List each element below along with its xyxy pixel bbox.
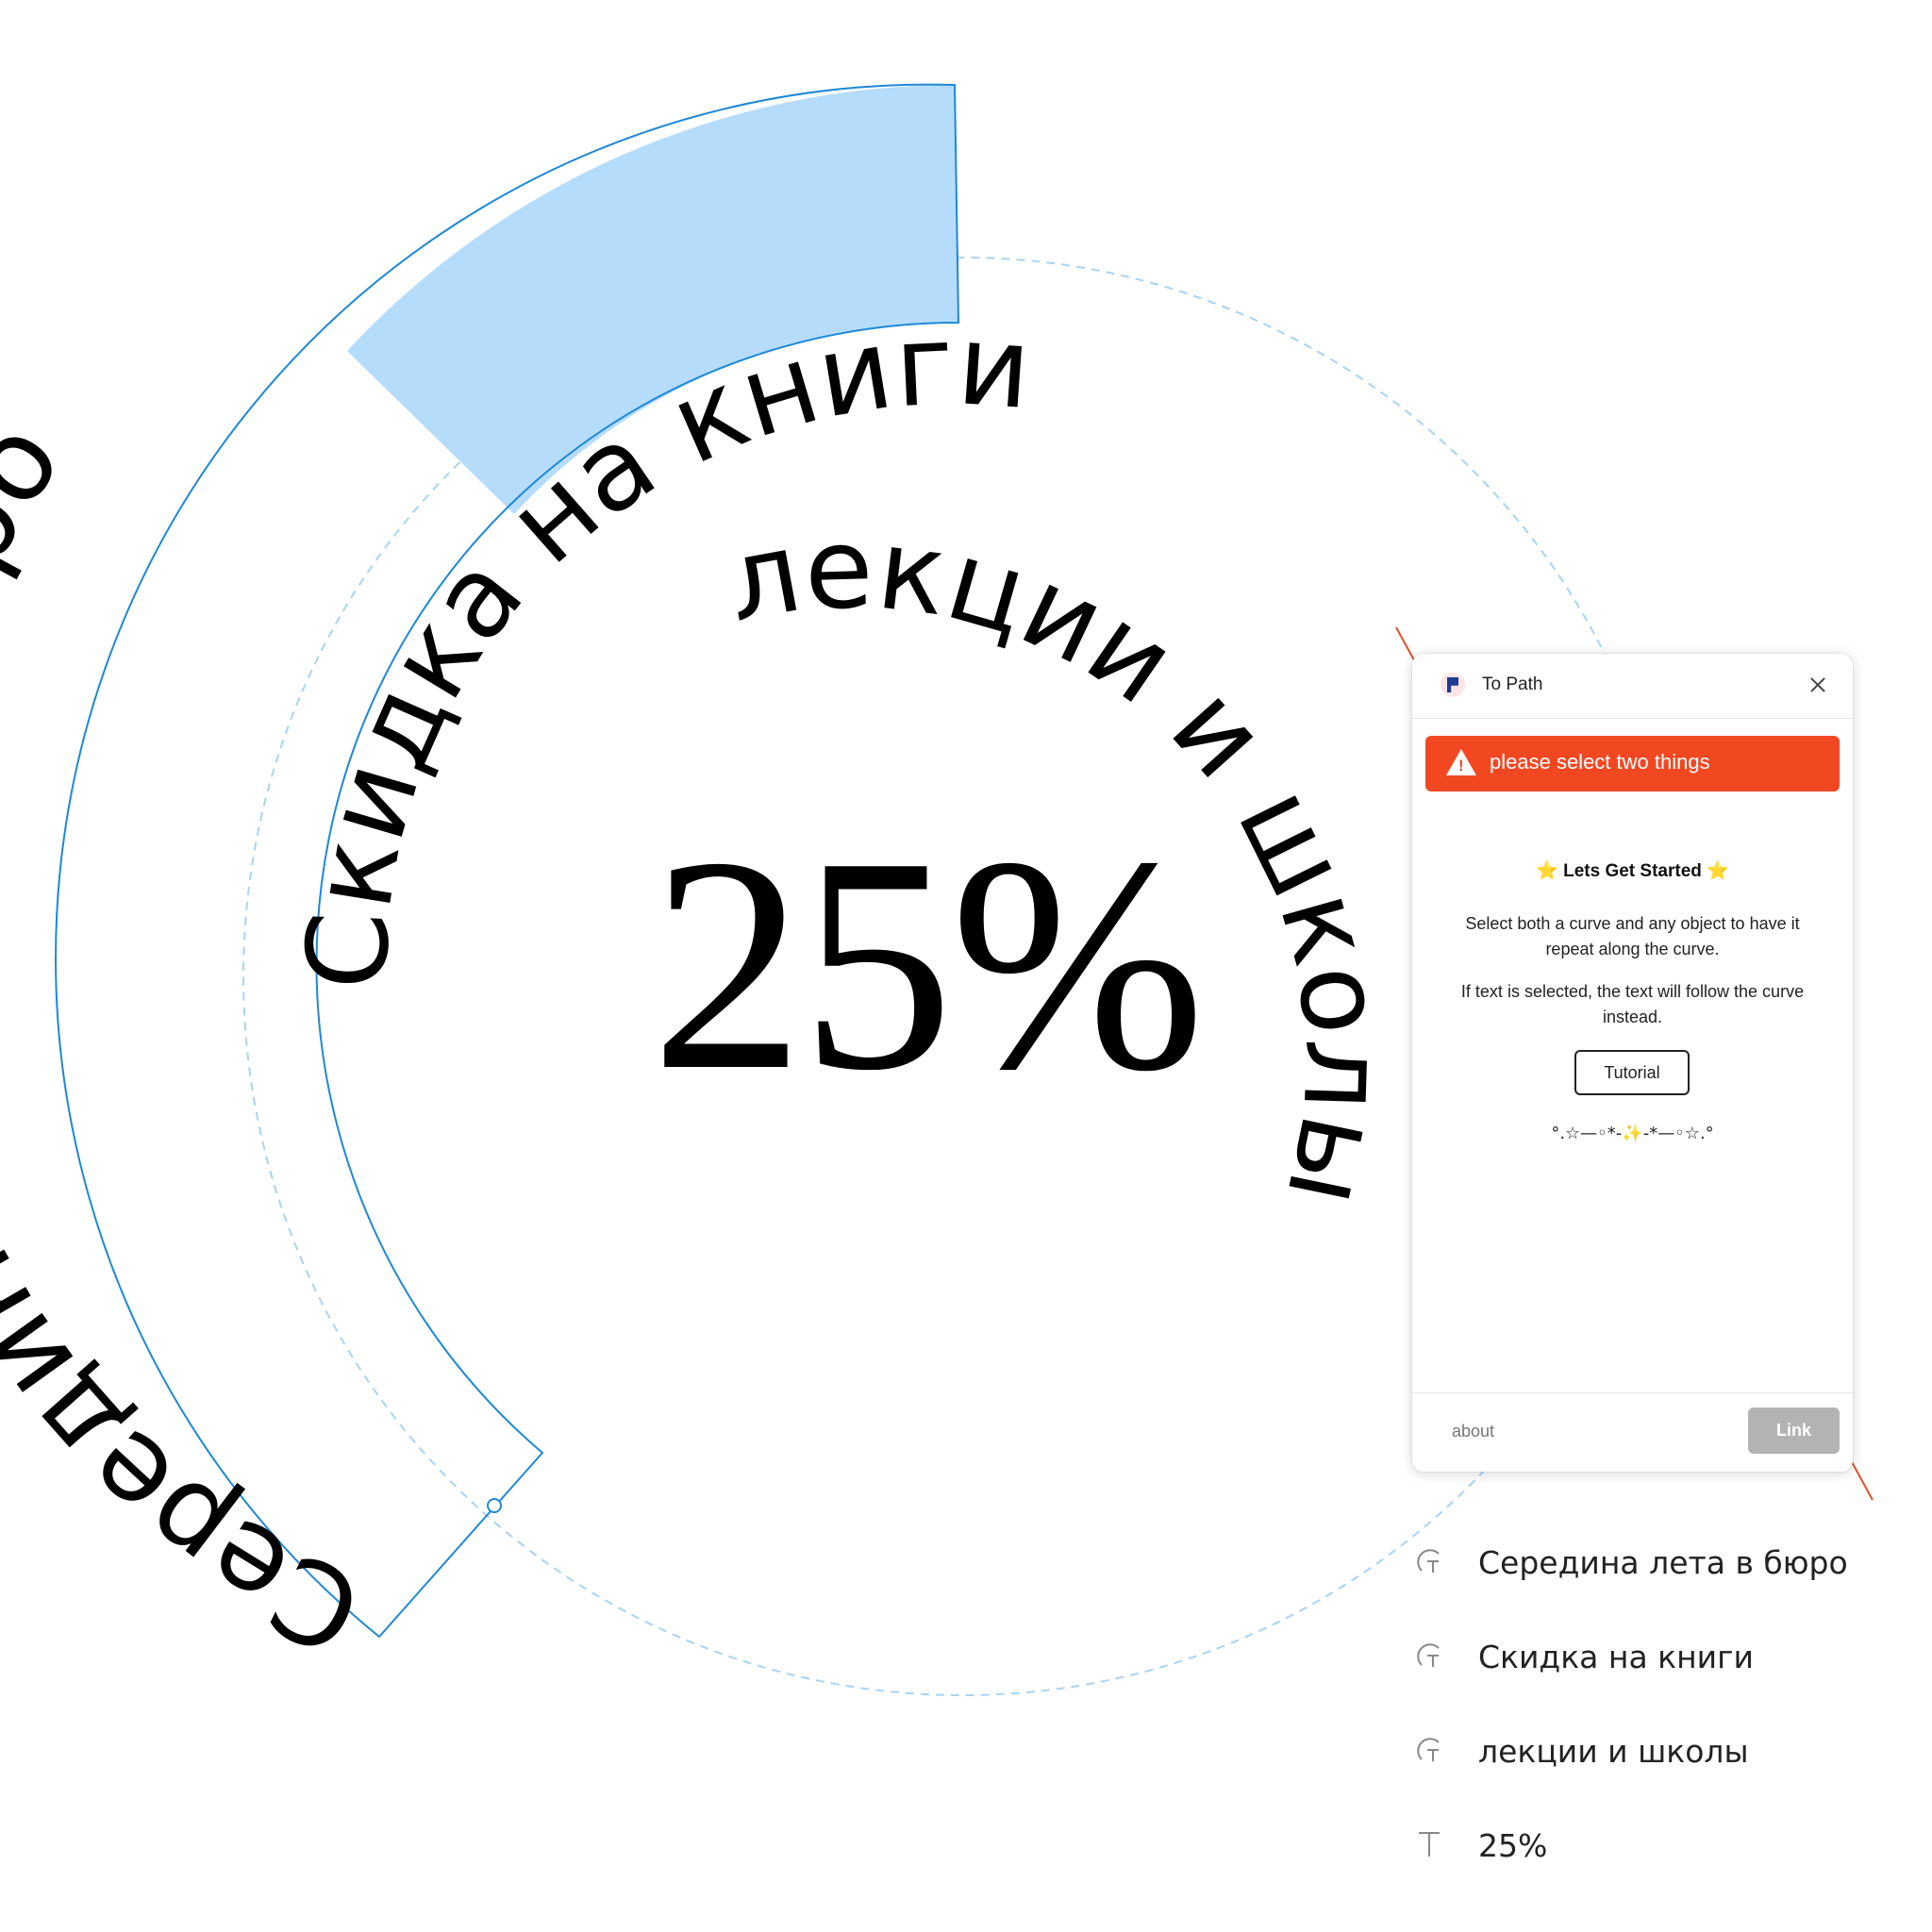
layer-label: 25%: [1478, 1827, 1548, 1864]
layer-item[interactable]: Середина лета в бюро: [1410, 1533, 1901, 1590]
star-icon: ⭐: [1707, 861, 1729, 881]
text-on-path-icon: [1417, 1549, 1440, 1573]
layer-label: Скидка на книги: [1478, 1639, 1754, 1675]
link-button[interactable]: Link: [1748, 1407, 1840, 1454]
plugin-footer: about Link: [1412, 1392, 1853, 1472]
close-icon[interactable]: [1804, 671, 1832, 699]
layer-label: Середина лета в бюро: [1478, 1544, 1848, 1581]
plugin-heading: ⭐ Lets Get Started ⭐: [1412, 859, 1853, 882]
layer-label: лекции и школы: [1478, 1733, 1749, 1770]
text-icon: [1419, 1832, 1440, 1857]
heading-text: Lets Get Started: [1563, 861, 1702, 881]
layer-item[interactable]: 25%: [1410, 1816, 1901, 1873]
selection-handle[interactable]: [487, 1498, 502, 1513]
plugin-title: To Path: [1482, 675, 1543, 694]
warning-icon: [1446, 749, 1476, 775]
tutorial-button[interactable]: Tutorial: [1574, 1050, 1690, 1095]
layer-item[interactable]: лекции и школы: [1410, 1722, 1901, 1778]
plugin-window: To Path please select two things ⭐ Lets …: [1412, 654, 1853, 1472]
plugin-logo-icon: [1441, 673, 1465, 697]
big-percent-text[interactable]: 25%: [651, 811, 1206, 1118]
text-on-path-icon: [1417, 1738, 1440, 1761]
star-icon: ⭐: [1536, 861, 1558, 881]
text-follow-note: If text is selected, the text will follo…: [1460, 982, 1805, 1026]
error-banner: please select two things: [1425, 736, 1840, 791]
decoration-text: °.☆—◦*-✨-*—◦☆.°: [1551, 1124, 1714, 1143]
about-link[interactable]: about: [1452, 1422, 1494, 1441]
text-on-path-icon: [1417, 1643, 1440, 1667]
error-message: please select two things: [1490, 750, 1710, 774]
curve-text-1[interactable]: Середина лета в бюро: [0, 399, 381, 1679]
plugin-header: To Path: [1412, 654, 1853, 719]
layer-item[interactable]: Скидка на книги: [1410, 1627, 1901, 1684]
instructions-text: Select both a curve and any object to ha…: [1465, 914, 1800, 958]
